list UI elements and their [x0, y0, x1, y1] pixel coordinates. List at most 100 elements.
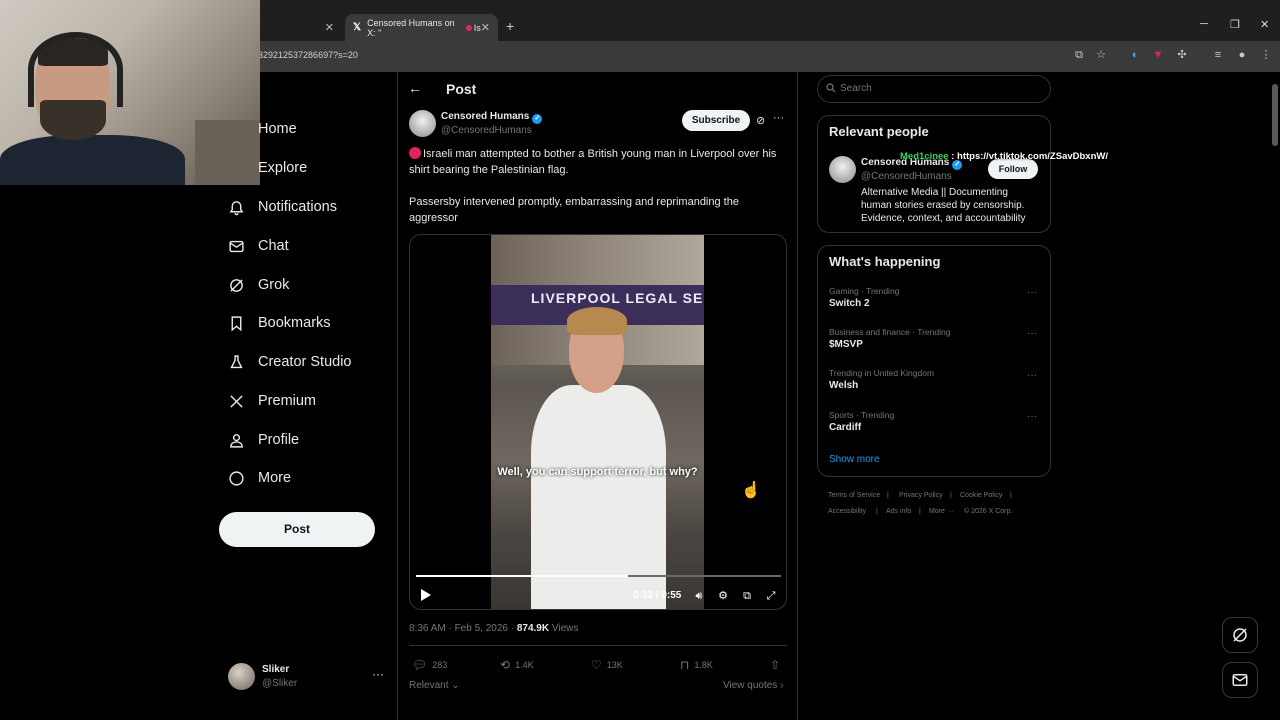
author-avatar[interactable]: [409, 110, 436, 137]
headset-icon: [28, 32, 123, 107]
share-icon: ⇧: [770, 658, 781, 672]
messages-floating-button[interactable]: [1222, 662, 1258, 698]
trend-category: Business and finance · Trending: [829, 327, 951, 337]
more-icon[interactable]: ···: [1027, 287, 1037, 298]
nav-explore[interactable]: Explore: [258, 153, 307, 183]
nav-premium[interactable]: Premium: [226, 386, 316, 416]
person-icon: [226, 430, 246, 450]
bookmark-count: 1.8K: [694, 660, 713, 670]
nav-notifications[interactable]: Notifications: [226, 192, 337, 222]
views-label: Views: [549, 623, 579, 634]
new-tab-button[interactable]: +: [506, 18, 514, 34]
subscribe-button[interactable]: Subscribe: [682, 110, 750, 131]
mail-icon: [1232, 674, 1248, 686]
author-avatar[interactable]: [829, 156, 856, 183]
video-progress-bar[interactable]: [416, 575, 781, 577]
sort-relevant-dropdown[interactable]: Relevant ⌄: [409, 680, 460, 691]
trend-item[interactable]: Switch 2: [829, 298, 870, 309]
video-player[interactable]: LIVERPOOL LEGAL SERVICES Well, you can s…: [409, 234, 787, 610]
extension-audio-icon[interactable]: ◖: [1126, 47, 1142, 63]
video-frame[interactable]: LIVERPOOL LEGAL SERVICES Well, you can s…: [491, 235, 704, 609]
nav-bookmarks[interactable]: Bookmarks: [226, 308, 331, 338]
author-name-text: Censored Humans: [441, 111, 530, 122]
whats-happening-panel: [817, 245, 1051, 477]
account-switcher[interactable]: Sliker @Sliker ···: [228, 661, 388, 693]
repost-button[interactable]: ⟲ 1.4K: [500, 658, 534, 672]
nav-label: Chat: [258, 238, 289, 254]
follow-button[interactable]: Follow: [988, 159, 1038, 179]
nav-more[interactable]: More: [226, 463, 291, 493]
heart-icon: ♡: [591, 658, 602, 672]
footer-link[interactable]: Accessibility: [828, 508, 866, 515]
nav-label: Creator Studio: [258, 354, 352, 370]
volume-icon[interactable]: 🔊︎: [692, 589, 706, 603]
footer-link[interactable]: Ads info: [886, 508, 911, 515]
fullscreen-icon[interactable]: ⤢: [764, 589, 778, 603]
footer-link[interactable]: More ···: [929, 508, 954, 515]
profile-icon[interactable]: ●: [1234, 47, 1250, 63]
footer-link[interactable]: Terms of Service: [828, 492, 880, 499]
video-progress-fill: [416, 575, 628, 577]
bookmark-icon: [226, 313, 246, 333]
more-icon[interactable]: ···: [372, 667, 384, 681]
footer-separator: |: [919, 508, 921, 515]
reply-button[interactable]: 💬︎ 283: [412, 658, 447, 672]
trend-item[interactable]: $MSVP: [829, 339, 863, 350]
more-icon[interactable]: ···: [773, 112, 784, 124]
show-more-link[interactable]: Show more: [829, 454, 880, 465]
restore-button[interactable]: ❐: [1230, 18, 1240, 31]
nav-grok[interactable]: Grok: [226, 270, 289, 300]
nav-label: Bookmarks: [258, 315, 331, 331]
divider: [409, 645, 787, 646]
search-input[interactable]: Search: [817, 75, 1051, 103]
share-button[interactable]: ⇧: [770, 658, 785, 672]
x-logo-icon: 𝕏: [353, 22, 362, 33]
more-icon[interactable]: ···: [1027, 328, 1037, 339]
overlay-name: Med1cinee: [900, 151, 949, 162]
nav-creator-studio[interactable]: Creator Studio: [226, 347, 352, 377]
footer-link[interactable]: Cookie Policy: [960, 492, 1002, 499]
browser-tab-active[interactable]: 𝕏 Censored Humans on X: " Is ✕: [345, 14, 498, 41]
tab-label-suffix: Is: [473, 22, 481, 33]
more-icon[interactable]: ···: [1027, 370, 1037, 381]
play-icon[interactable]: [418, 588, 432, 602]
author-handle[interactable]: @CensoredHumans: [441, 125, 532, 136]
post-text: Israeli man attempted to bother a Britis…: [409, 146, 787, 178]
x-logo-icon: [226, 391, 246, 411]
browser-tab[interactable]: ✕: [262, 14, 342, 41]
puzzle-icon[interactable]: ✣: [1174, 47, 1190, 63]
nav-home[interactable]: Home: [258, 114, 297, 144]
minimize-button[interactable]: ─: [1200, 18, 1208, 30]
nav-label: Explore: [258, 160, 308, 176]
extension-shield-icon[interactable]: ▼: [1150, 47, 1166, 63]
close-tab-icon[interactable]: ✕: [325, 21, 334, 34]
picture-in-picture-icon[interactable]: ⧉: [740, 589, 754, 603]
grok-icon[interactable]: ⊘: [756, 114, 765, 127]
trend-item[interactable]: Cardiff: [829, 422, 861, 433]
nav-profile[interactable]: Profile: [226, 425, 299, 455]
back-arrow-icon[interactable]: ←: [408, 80, 422, 96]
post-button[interactable]: Post: [219, 512, 375, 547]
avatar: [228, 663, 255, 690]
footer-link[interactable]: Privacy Policy: [899, 492, 943, 499]
playlist-icon[interactable]: ≡: [1210, 47, 1226, 63]
close-tab-icon[interactable]: ✕: [481, 21, 490, 34]
trend-item[interactable]: Welsh: [829, 380, 858, 391]
nav-chat[interactable]: Chat: [226, 231, 289, 261]
view-quotes-link[interactable]: View quotes ›: [723, 680, 783, 691]
menu-icon[interactable]: ⋮: [1258, 47, 1274, 63]
bookmark-button[interactable]: ⊓ 1.8K: [680, 658, 713, 672]
url-text[interactable]: 329212537286697?s=20: [258, 50, 358, 60]
settings-gear-icon[interactable]: ⚙: [716, 589, 730, 603]
author-name[interactable]: Censored Humans ✓: [441, 111, 543, 124]
install-icon[interactable]: ⧉: [1071, 47, 1087, 63]
scrollbar[interactable]: [1272, 84, 1278, 146]
star-icon[interactable]: ☆: [1093, 47, 1109, 63]
footer-separator: |: [887, 492, 889, 499]
relevant-person-handle[interactable]: @CensoredHumans: [861, 171, 952, 182]
post-text-line2: Passersby intervened promptly, embarrass…: [409, 196, 739, 224]
like-button[interactable]: ♡ 13K: [591, 658, 623, 672]
more-icon[interactable]: ···: [1027, 411, 1037, 422]
close-window-button[interactable]: ✕: [1260, 18, 1269, 31]
grok-floating-button[interactable]: [1222, 617, 1258, 653]
